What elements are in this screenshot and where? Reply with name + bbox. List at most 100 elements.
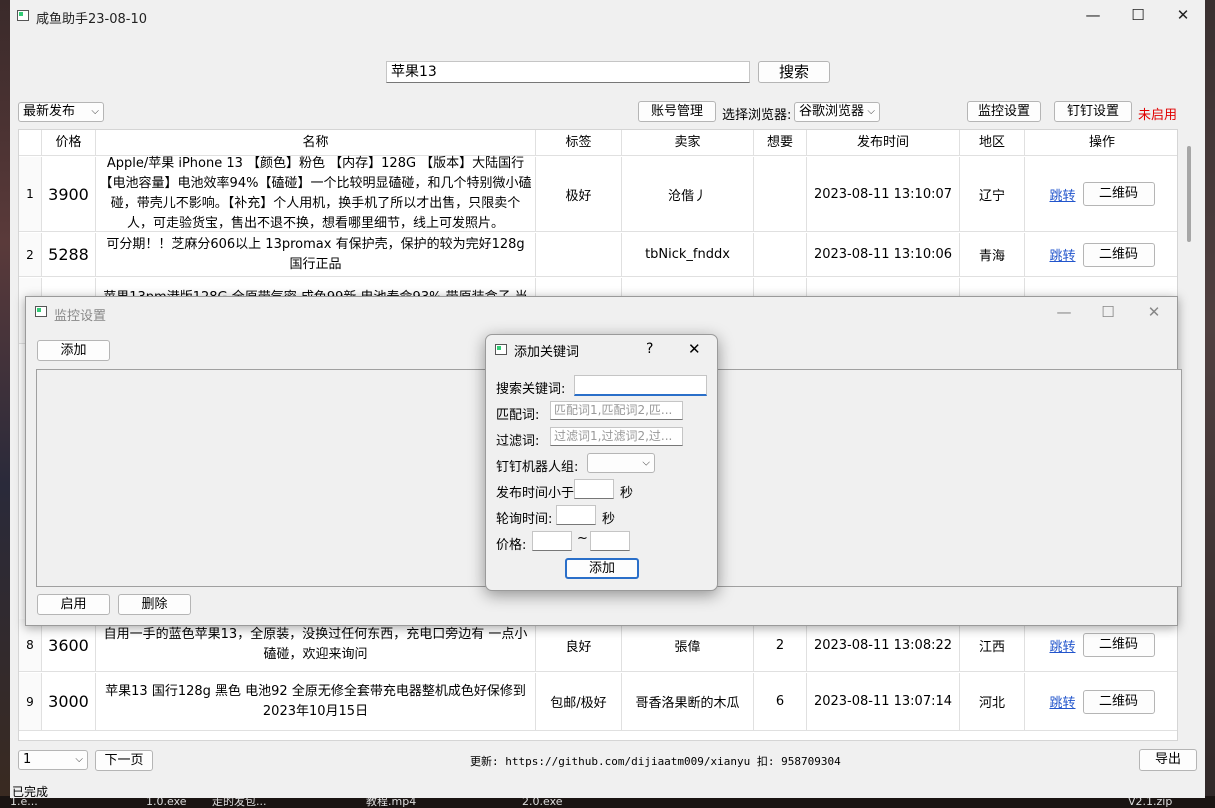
tag-cell: 良好 bbox=[536, 619, 622, 671]
name-cell: 自用一手的蓝色苹果13，全原装，没换过任何东西，充电口旁边有 一点小磕碰，欢迎来… bbox=[96, 619, 536, 671]
close-icon[interactable]: ✕ bbox=[1131, 297, 1177, 327]
qrcode-button[interactable]: 二维码 bbox=[1082, 182, 1155, 206]
match-input[interactable]: 匹配词1,匹配词2,匹... bbox=[550, 401, 683, 420]
table-row[interactable]: 8 3600 自用一手的蓝色苹果13，全原装，没换过任何东西，充电口旁边有 一点… bbox=[19, 619, 1177, 672]
keyword-input[interactable] bbox=[574, 375, 707, 396]
keyword-label: 搜索关键词: bbox=[496, 382, 566, 397]
monitor-window-title: 监控设置 bbox=[54, 309, 107, 324]
minimize-icon[interactable]: — bbox=[1070, 0, 1116, 31]
search-input[interactable]: 苹果13 bbox=[386, 61, 750, 83]
tag-cell: 极好 bbox=[536, 157, 622, 231]
publish-time-label: 发布时间小于 bbox=[496, 486, 575, 501]
tag-cell: 包邮/极好 bbox=[536, 673, 622, 730]
region-cell: 河北 bbox=[960, 673, 1025, 730]
robot-group-label: 钉钉机器人组: bbox=[496, 460, 579, 475]
qrcode-button[interactable]: 二维码 bbox=[1082, 689, 1155, 714]
sort-select-value: 最新发布 bbox=[23, 104, 76, 119]
poll-time-input[interactable] bbox=[556, 505, 596, 525]
desktop-background-left bbox=[0, 0, 10, 808]
filter-input[interactable]: 过滤词1,过滤词2,过... bbox=[550, 427, 683, 446]
chevron-down-icon: ⌵ bbox=[867, 106, 875, 117]
monitor-add-button[interactable]: 添加 bbox=[37, 340, 110, 361]
column-header[interactable]: 卖家 bbox=[622, 130, 754, 156]
update-info: 更新: https://github.com/dijiaatm009/xiany… bbox=[470, 755, 841, 768]
dingding-settings-button[interactable]: 钉钉设置 bbox=[1054, 101, 1132, 122]
column-header[interactable]: 名称 bbox=[96, 130, 536, 156]
name-cell: Apple/苹果 iPhone 13 【颜色】粉色 【内存】128G 【版本】大… bbox=[96, 156, 536, 231]
column-header[interactable]: 地区 bbox=[960, 130, 1025, 156]
monitor-settings-button[interactable]: 监控设置 bbox=[967, 101, 1041, 122]
time-cell: 2023-08-11 13:08:22 bbox=[807, 619, 960, 671]
page-select[interactable]: 1 ⌵ bbox=[18, 750, 88, 770]
close-icon[interactable]: ✕ bbox=[688, 340, 701, 358]
export-button[interactable]: 导出 bbox=[1139, 749, 1197, 771]
browser-select[interactable]: 谷歌浏览器 ⌵ bbox=[794, 102, 880, 122]
column-header[interactable]: 价格 bbox=[42, 130, 96, 156]
sort-indicator-icon: ^ bbox=[879, 129, 888, 137]
table-scrollbar[interactable] bbox=[1186, 132, 1192, 737]
monitor-delete-button[interactable]: 删除 bbox=[118, 594, 191, 615]
want-cell bbox=[754, 157, 807, 231]
row-number: 2 bbox=[19, 233, 42, 276]
qrcode-button[interactable]: 二维码 bbox=[1082, 242, 1155, 267]
table-row[interactable]: 9 3000 苹果13 国行128g 黑色 电池92 全原无修全套带充电器整机成… bbox=[19, 673, 1177, 731]
seller-cell: 張偉 bbox=[622, 619, 754, 671]
action-cell: 跳转 二维码 bbox=[1025, 157, 1177, 231]
app-icon bbox=[495, 344, 507, 355]
row-number: 8 bbox=[19, 619, 42, 671]
maximize-icon[interactable]: ☐ bbox=[1115, 0, 1161, 31]
table-row[interactable]: 2 5288 可分期！！芝麻分606以上 13promax 有保护壳，保护的较为… bbox=[19, 233, 1177, 277]
window-title: 咸鱼助手23-08-10 bbox=[36, 12, 148, 27]
publish-time-input[interactable] bbox=[574, 479, 614, 499]
close-icon[interactable]: ✕ bbox=[1160, 0, 1206, 31]
app-icon bbox=[35, 306, 47, 317]
sort-select[interactable]: 最新发布 ⌵ bbox=[18, 102, 104, 122]
jump-link[interactable]: 跳转 bbox=[1049, 636, 1075, 655]
name-cell: 苹果13 国行128g 黑色 电池92 全原无修全套带充电器整机成色好保修到20… bbox=[96, 673, 536, 730]
help-icon[interactable]: ? bbox=[646, 341, 653, 357]
jump-link[interactable]: 跳转 bbox=[1049, 185, 1075, 204]
robot-group-select[interactable]: ⌵ bbox=[587, 453, 655, 473]
maximize-icon[interactable]: ☐ bbox=[1085, 297, 1131, 327]
region-cell: 江西 bbox=[960, 619, 1025, 671]
page-select-value: 1 bbox=[23, 752, 32, 767]
column-header[interactable]: 标签 bbox=[536, 130, 622, 156]
region-cell: 辽宁 bbox=[960, 157, 1025, 231]
monitor-enable-button[interactable]: 启用 bbox=[37, 594, 110, 615]
want-cell: 6 bbox=[754, 673, 807, 730]
time-cell: 2023-08-11 13:10:07 bbox=[807, 157, 960, 231]
next-page-button[interactable]: 下一页 bbox=[95, 750, 153, 771]
dialog-add-button[interactable]: 添加 bbox=[565, 558, 639, 579]
chevron-down-icon: ⌵ bbox=[642, 457, 650, 469]
want-cell bbox=[754, 233, 807, 276]
price-min-input[interactable] bbox=[532, 531, 572, 551]
qrcode-button[interactable]: 二维码 bbox=[1082, 633, 1155, 657]
chevron-down-icon: ⌵ bbox=[91, 106, 99, 117]
column-header[interactable]: 操作 bbox=[1025, 130, 1177, 156]
browser-select-value: 谷歌浏览器 bbox=[799, 104, 865, 119]
action-cell: 跳转 二维码 bbox=[1025, 673, 1177, 730]
account-button[interactable]: 账号管理 bbox=[638, 101, 716, 122]
price-cell: 3000 bbox=[42, 673, 96, 730]
browser-label: 选择浏览器: bbox=[722, 108, 792, 123]
price-cell: 3600 bbox=[42, 619, 96, 671]
jump-link[interactable]: 跳转 bbox=[1049, 245, 1075, 264]
search-button[interactable]: 搜索 bbox=[758, 61, 830, 83]
poll-time-unit: 秒 bbox=[602, 512, 616, 527]
price-cell: 3900 bbox=[42, 157, 96, 231]
table-row[interactable] bbox=[19, 732, 1177, 740]
status-text: 已完成 bbox=[12, 785, 49, 799]
time-cell: 2023-08-11 13:10:06 bbox=[807, 233, 960, 276]
price-max-input[interactable] bbox=[590, 531, 630, 551]
column-header[interactable]: 想要 bbox=[754, 130, 807, 156]
row-number: 1 bbox=[19, 157, 42, 231]
scrollbar-thumb[interactable] bbox=[1187, 146, 1191, 242]
add-keyword-dialog: 添加关键词 ? ✕ 搜索关键词: 匹配词: 匹配词1,匹配词2,匹... 过滤词… bbox=[485, 334, 718, 591]
match-placeholder: 匹配词1,匹配词2,匹... bbox=[554, 403, 673, 417]
jump-link[interactable]: 跳转 bbox=[1049, 692, 1075, 711]
table-row[interactable]: 1 3900 Apple/苹果 iPhone 13 【颜色】粉色 【内存】128… bbox=[19, 156, 1177, 232]
price-label: 价格: bbox=[496, 538, 527, 553]
app-icon bbox=[17, 10, 29, 21]
action-cell: 跳转 二维码 bbox=[1025, 619, 1177, 671]
minimize-icon[interactable]: — bbox=[1041, 297, 1087, 327]
